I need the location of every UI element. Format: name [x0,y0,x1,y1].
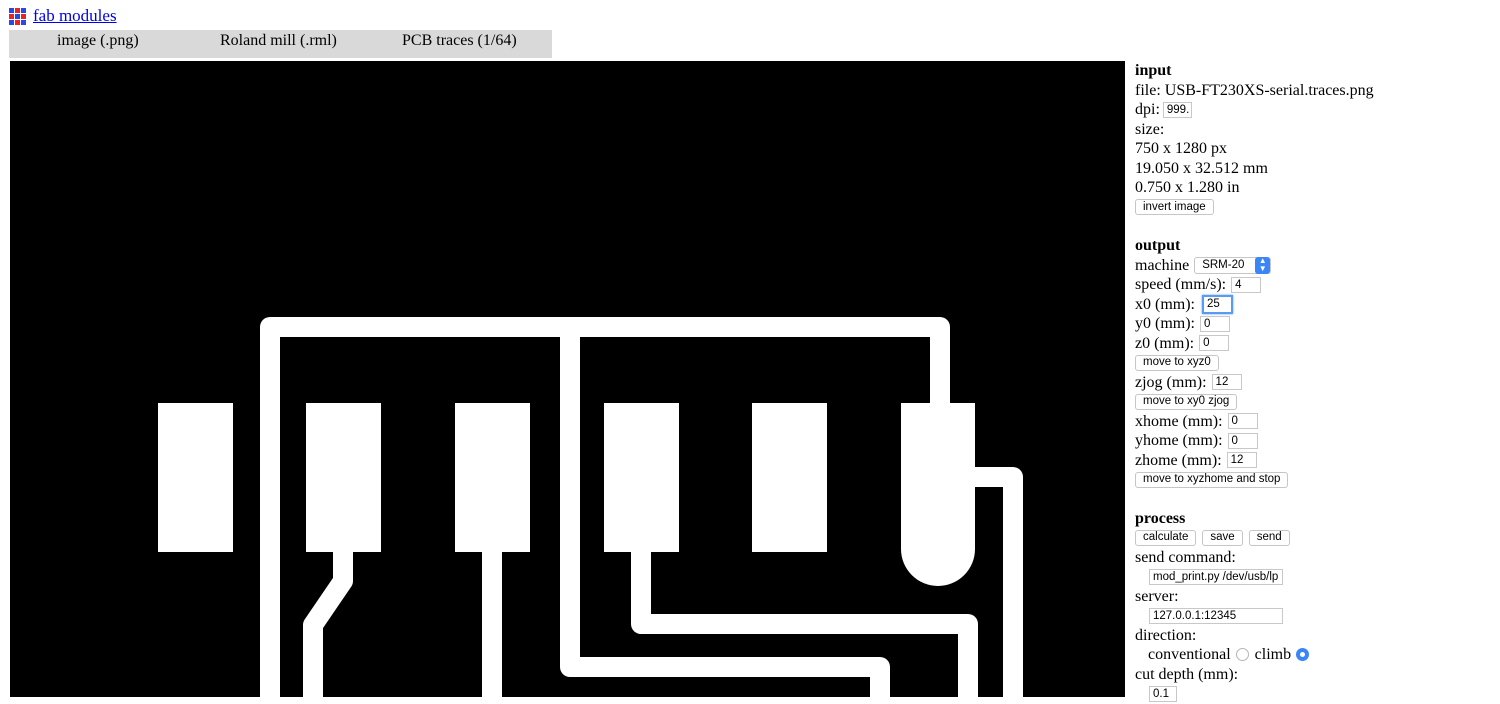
machine-row: machine SRM-20 ▲ ▼ [1135,256,1495,276]
cut-depth-label: cut depth (mm): [1135,665,1239,683]
y0-input[interactable]: 0 [1200,315,1230,332]
pad-6 [901,403,975,586]
pcb-traces-image [158,317,1023,697]
yhome-row: yhome (mm): 0 [1135,431,1495,451]
size-in: 0.750 x 1.280 in [1135,179,1240,197]
server-label: server: [1135,587,1179,605]
x0-row: x0 (mm): 25 [1135,294,1495,315]
direction-row: conventional climb [1135,645,1495,665]
send-button[interactable]: send [1248,529,1290,546]
size-px: 750 x 1280 px [1135,140,1227,158]
pcb-image-canvas[interactable] [10,61,1125,697]
speed-input[interactable]: 4 [1231,276,1262,293]
move-to-xy0-zjog-button[interactable]: move to xy0 zjog [1135,393,1238,410]
logo-square [15,13,20,19]
pad-1 [158,403,233,552]
zjog-input[interactable]: 12 [1211,374,1242,391]
zhome-input[interactable]: 12 [1226,452,1257,469]
invert-row: invert image [1135,198,1495,218]
module-bar: image (.png) Roland mill (.rml) PCB trac… [9,30,552,58]
process-buttons-row: calculate save send [1135,528,1495,548]
save-button[interactable]: save [1202,529,1243,546]
logo-square [15,7,20,13]
send-command-input[interactable]: mod_print.py /dev/usb/lp [1149,568,1283,585]
pad-3 [455,403,530,552]
settings-panel: input file: USB-FT230XS-serial.traces.pn… [1135,61,1495,704]
machine-select-value: SRM-20 [1202,258,1245,271]
zjog-row: zjog (mm): 12 [1135,373,1495,393]
send-command-row: mod_print.py /dev/usb/lp [1135,567,1495,587]
fab-modules-logo-icon [9,7,26,25]
x0-label: x0 (mm): [1135,295,1195,313]
pad-5 [752,403,827,552]
server-row: 127.0.0.1:12345 [1135,606,1495,626]
move-home-row: move to xyzhome and stop [1135,470,1495,490]
move-to-xyzhome-button[interactable]: move to xyzhome and stop [1135,471,1289,488]
output-heading: output [1135,237,1181,255]
input-file-label: file: USB-FT230XS-serial.traces.png [1135,81,1374,99]
app-header: fab modules [9,6,117,26]
speed-row: speed (mm/s): 4 [1135,275,1495,295]
direction-label: direction: [1135,626,1197,644]
module-tab-image[interactable]: image (.png) [57,32,139,50]
zhome-row: zhome (mm): 12 [1135,451,1495,471]
size-label: size: [1135,120,1165,138]
fab-modules-link[interactable]: fab modules [33,6,117,26]
pad-4 [604,403,679,552]
z0-input[interactable]: 0 [1199,335,1230,352]
zhome-label: zhome (mm): [1135,451,1222,469]
cut-depth-input[interactable]: 0.1 [1149,685,1177,702]
logo-square [15,19,20,25]
conventional-radio[interactable] [1235,648,1249,662]
calculate-button[interactable]: calculate [1135,529,1197,546]
pad-2 [306,403,381,552]
select-arrows-icon: ▲ ▼ [1255,256,1271,274]
z0-label: z0 (mm): [1135,334,1195,352]
move-xy0-zjog-row: move to xy0 zjog [1135,392,1495,412]
xhome-input[interactable]: 0 [1227,413,1258,430]
conventional-label: conventional [1148,646,1231,664]
z0-row: z0 (mm): 0 [1135,334,1495,354]
dpi-label: dpi: [1135,101,1160,119]
logo-square [9,19,14,25]
y0-label: y0 (mm): [1135,315,1195,333]
move-xyz0-row: move to xyz0 [1135,353,1495,373]
input-heading: input [1135,62,1172,80]
dpi-row: dpi: 999. [1135,100,1495,120]
xhome-label: xhome (mm): [1135,412,1223,430]
dpi-input[interactable]: 999. [1162,101,1192,118]
climb-label: climb [1254,646,1292,664]
logo-square [9,7,14,13]
move-to-xyz0-button[interactable]: move to xyz0 [1135,354,1219,371]
yhome-input[interactable]: 0 [1227,432,1258,449]
xhome-row: xhome (mm): 0 [1135,412,1495,432]
x0-input[interactable]: 25 [1202,294,1233,314]
y0-row: y0 (mm): 0 [1135,314,1495,334]
invert-image-button[interactable]: invert image [1135,199,1214,216]
send-command-label: send command: [1135,548,1236,566]
logo-square [9,13,14,19]
module-tab-pcb-traces[interactable]: PCB traces (1/64) [402,32,517,50]
machine-select[interactable]: SRM-20 ▲ ▼ [1194,256,1272,274]
logo-square [21,13,26,19]
size-mm: 19.050 x 32.512 mm [1135,159,1268,177]
speed-label: speed (mm/s): [1135,276,1227,294]
zjog-label: zjog (mm): [1135,373,1207,391]
server-input[interactable]: 127.0.0.1:12345 [1149,607,1283,624]
process-heading: process [1135,509,1186,527]
module-tab-roland-mill[interactable]: Roland mill (.rml) [220,32,337,50]
machine-label: machine [1135,256,1190,274]
cut-depth-row: 0.1 [1135,684,1495,704]
trace-pad2 [303,541,353,697]
logo-square [21,7,26,13]
climb-radio[interactable] [1296,648,1310,662]
yhome-label: yhome (mm): [1135,432,1223,450]
logo-square [21,19,26,25]
